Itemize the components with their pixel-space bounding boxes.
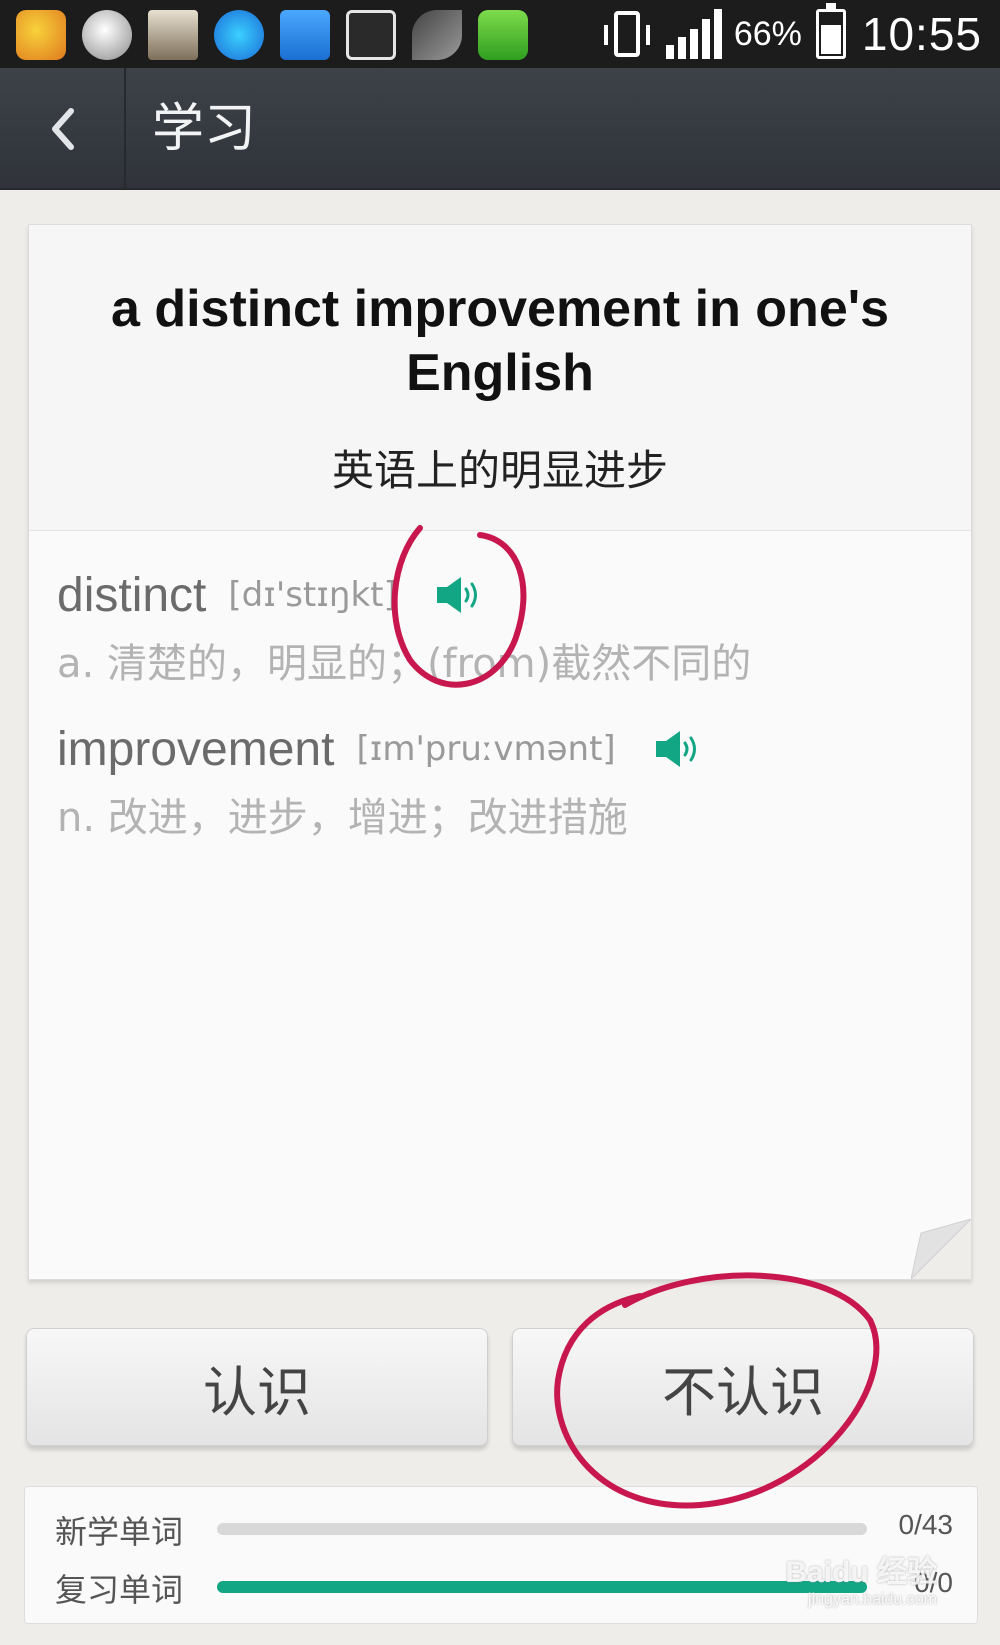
know-button[interactable]: 认识 — [26, 1328, 488, 1446]
progress-label: 复习单词 — [55, 1571, 184, 1609]
back-button[interactable] — [0, 68, 126, 190]
page-curl — [911, 1219, 971, 1279]
progress-count: 0/43 — [898, 1509, 954, 1540]
dont-know-button[interactable]: 不认识 — [512, 1328, 974, 1446]
word-definition: a. 清楚的，明显的；(from)截然不同的 — [57, 641, 752, 687]
progress-label: 新学单词 — [55, 1513, 184, 1551]
battery-icon — [815, 3, 846, 59]
signal-icon — [662, 9, 722, 59]
status-bar: 66% 10:55 — [0, 0, 1000, 68]
status-indicators: 66% 10:55 — [603, 0, 982, 68]
word-definition: n. 改进，进步，增进；改进措施 — [57, 795, 628, 841]
chevron-left-icon — [52, 108, 74, 150]
app-icon-2 — [82, 10, 132, 60]
page-title: 学习 — [152, 99, 257, 159]
watermark-logo: Baidu 经验 — [785, 1556, 937, 1589]
app-icon-8 — [478, 10, 528, 60]
app-icon-6 — [346, 10, 396, 60]
vibrate-icon — [603, 11, 650, 57]
progress-track — [217, 1523, 867, 1535]
app-icon-3 — [148, 10, 198, 60]
app-icon-4 — [214, 10, 264, 60]
progress-track — [217, 1581, 867, 1593]
progress-fill — [217, 1581, 867, 1593]
phrase-header: a distinct improvement in one's English … — [29, 225, 971, 531]
watermark-url: jingyan.baidu.com — [808, 1591, 937, 1608]
word-term: distinct — [57, 568, 207, 622]
word-phonetic: [ɪm'pruːvmənt] — [356, 729, 616, 769]
phrase-text: a distinct improvement in one's English — [110, 280, 890, 402]
word-entry-distinct: distinct [dɪ'stɪŋkt] a. 清楚的，明显的；(from)截然… — [57, 565, 751, 689]
action-bar: 学习 — [0, 68, 1000, 190]
phrase-translation: 英语上的明显进步 — [331, 446, 668, 495]
word-phonetic: [dɪ'stɪŋkt] — [228, 575, 397, 615]
baidu-watermark: Baidu 经验 jingyan.baidu.com — [785, 1547, 937, 1609]
word-term: improvement — [57, 722, 335, 776]
word-entry-improvement: improvement [ɪm'pruːvmənt] n. 改进，进步，增进；改… — [57, 719, 702, 843]
app-icon-5 — [280, 10, 330, 60]
app-icon-7 — [412, 10, 462, 60]
word-card: a distinct improvement in one's English … — [28, 224, 972, 1280]
speaker-icon[interactable] — [435, 575, 483, 615]
speaker-icon[interactable] — [654, 729, 702, 769]
progress-panel: 新学单词 0/43 复习单词 0/0 Baidu 经验 jingyan.baid… — [24, 1486, 978, 1624]
clock: 10:55 — [861, 8, 982, 60]
app-icon-1 — [16, 10, 66, 60]
battery-percent: 66% — [733, 14, 802, 53]
